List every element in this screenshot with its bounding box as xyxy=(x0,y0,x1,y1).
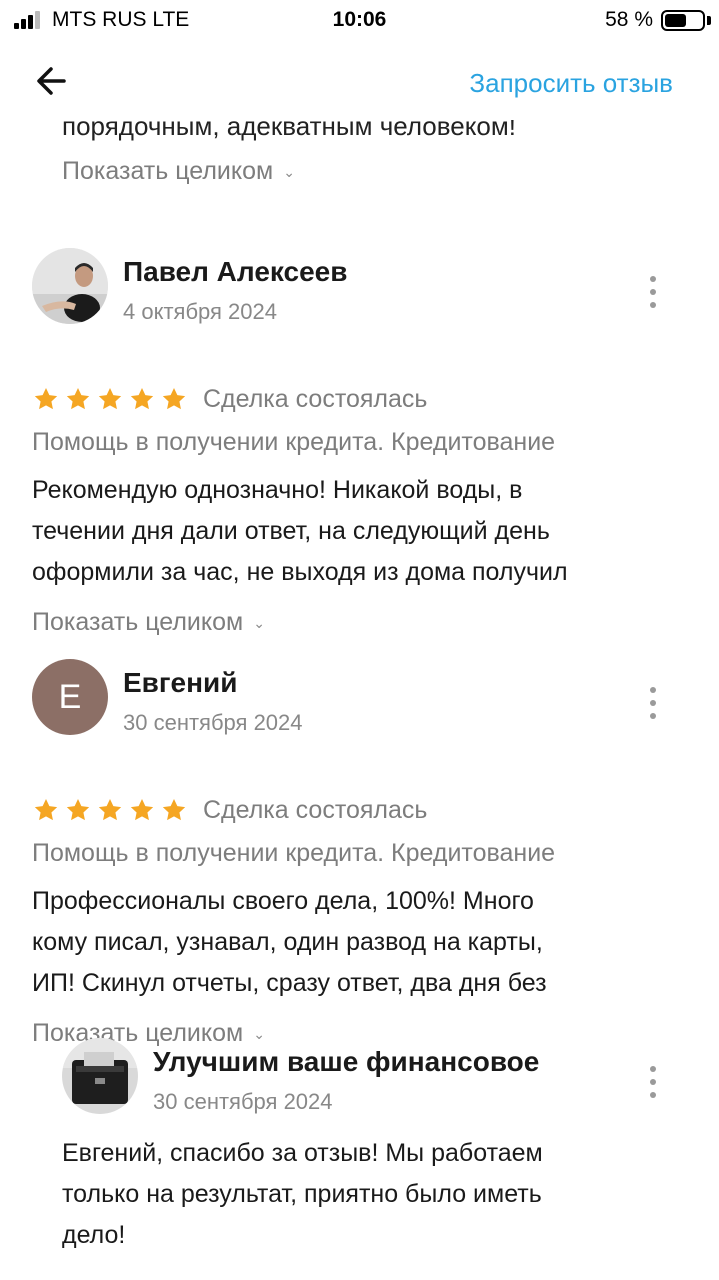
star-icon xyxy=(98,798,122,821)
battery-percent: 58 % xyxy=(605,8,653,31)
back-arrow-icon[interactable] xyxy=(30,58,76,104)
reply-text-line: только на результат, приятно было иметь xyxy=(62,1180,542,1208)
show-more-button[interactable]: Показать целиком ⌄ xyxy=(32,1019,265,1048)
more-vertical-icon[interactable] xyxy=(641,1062,665,1102)
review-text-line: ИП! Скинул отчеты, сразу ответ, два дня … xyxy=(32,969,547,997)
review-date: 4 октября 2024 xyxy=(123,299,277,324)
star-icon xyxy=(98,387,122,410)
avatar[interactable] xyxy=(32,248,108,324)
service-name: Помощь в получении кредита. Кредитование xyxy=(32,428,556,456)
star-icon xyxy=(66,387,90,410)
star-icon xyxy=(130,387,154,410)
review-text-line: оформили за час, не выходя из дома получ… xyxy=(32,558,568,586)
review-text: Рекомендую однозначно! Никакой воды, в т… xyxy=(32,470,568,593)
rating-stars xyxy=(33,797,187,823)
star-icon xyxy=(66,798,90,821)
battery-cap xyxy=(707,16,711,25)
company-avatar[interactable] xyxy=(62,1038,138,1114)
reply-text: Евгений, спасибо за отзыв! Мы работаем т… xyxy=(62,1133,543,1256)
rating-stars xyxy=(33,386,187,412)
more-vertical-icon[interactable] xyxy=(641,272,665,312)
show-more-label: Показать целиком xyxy=(32,608,244,636)
review-text-line: кому писал, узнавал, один развод на карт… xyxy=(32,928,543,956)
deal-status: Сделка состоялась xyxy=(203,796,428,824)
battery-icon xyxy=(661,10,705,31)
show-more-label: Показать целиком xyxy=(32,1019,244,1047)
status-bar: MTS RUS LTE 10:06 58 % xyxy=(0,0,719,40)
review-text-line: Профессионалы своего дела, 100%! Много xyxy=(32,887,534,915)
more-vertical-icon[interactable] xyxy=(641,683,665,723)
reviewer-name: Павел Алексеев xyxy=(123,256,348,287)
request-review-button[interactable]: Запросить отзыв xyxy=(469,68,673,99)
star-icon xyxy=(162,387,186,410)
reviewer-name: Евгений xyxy=(123,667,238,698)
deal-status: Сделка состоялась xyxy=(203,385,428,413)
company-name: Улучшим ваше финансовое xyxy=(153,1046,540,1077)
review-text: Профессионалы своего дела, 100%! Много к… xyxy=(32,881,547,1004)
show-more-button[interactable]: Показать целиком ⌄ xyxy=(62,157,295,186)
star-icon xyxy=(162,798,186,821)
review-text-line: течении дня дали ответ, на следующий ден… xyxy=(32,517,550,545)
service-name: Помощь в получении кредита. Кредитование xyxy=(32,839,556,867)
chevron-down-icon: ⌄ xyxy=(253,1026,265,1042)
show-more-button[interactable]: Показать целиком ⌄ xyxy=(32,608,265,637)
review-date: 30 сентября 2024 xyxy=(123,710,303,735)
star-icon xyxy=(34,387,58,410)
star-icon xyxy=(130,798,154,821)
top-bar: Запросить отзыв xyxy=(0,40,719,120)
avatar[interactable]: Е xyxy=(32,659,108,735)
reply-date: 30 сентября 2024 xyxy=(153,1089,333,1114)
chevron-down-icon: ⌄ xyxy=(283,164,295,180)
star-icon xyxy=(34,798,58,821)
show-more-label: Показать целиком xyxy=(62,157,274,185)
reply-text-line: Евгений, спасибо за отзыв! Мы работаем xyxy=(62,1139,543,1167)
reply-text-line: дело! xyxy=(62,1221,126,1249)
review-text-line: Рекомендую однозначно! Никакой воды, в xyxy=(32,476,523,504)
reviews-list[interactable]: порядочным, адекватным человеком! Показа… xyxy=(0,40,719,1280)
chevron-down-icon: ⌄ xyxy=(253,615,265,631)
